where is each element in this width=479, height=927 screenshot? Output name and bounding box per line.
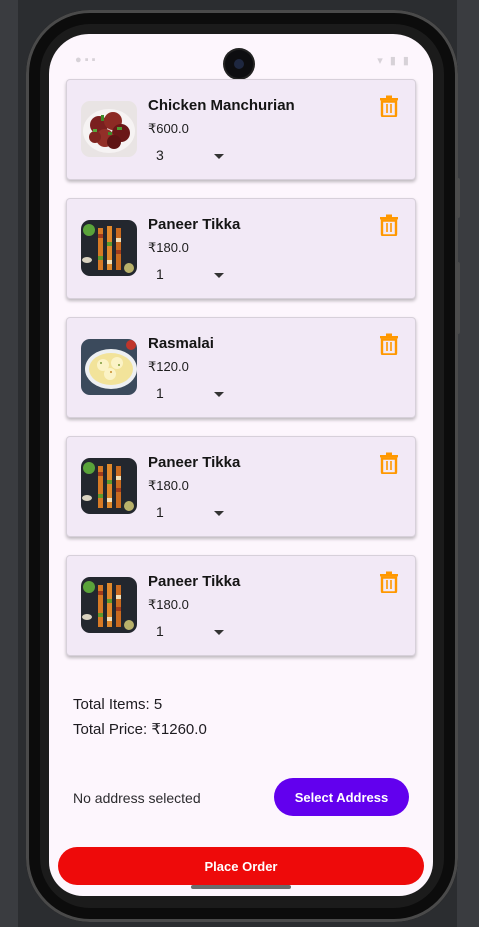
window-right-edge	[457, 0, 479, 927]
item-name: Paneer Tikka	[148, 454, 241, 471]
item-name: Paneer Tikka	[148, 216, 241, 233]
chicken-manchurian-image	[81, 101, 137, 157]
cart-item-card: Paneer Tikka ₹180.0 1	[66, 198, 416, 299]
chevron-down-icon	[214, 392, 224, 397]
quantity-dropdown[interactable]: 1	[148, 382, 228, 406]
quantity-value: 1	[156, 266, 164, 282]
status-time-icon: ● ▪ ▪	[75, 54, 96, 66]
chevron-down-icon	[214, 511, 224, 516]
quantity-dropdown[interactable]: 1	[148, 263, 228, 287]
volume-button	[456, 262, 460, 334]
place-order-button[interactable]: Place Order	[58, 847, 424, 885]
item-name: Rasmalai	[148, 335, 214, 352]
quantity-value: 1	[156, 623, 164, 639]
item-name: Paneer Tikka	[148, 573, 241, 590]
total-price-text: Total Price: ₹1260.0	[73, 721, 207, 738]
chevron-down-icon	[214, 630, 224, 635]
cart-item-card: Chicken Manchurian ₹600.0 3	[66, 79, 416, 180]
delete-icon[interactable]	[379, 571, 399, 594]
chevron-down-icon	[214, 273, 224, 278]
cart-item-card: Paneer Tikka ₹180.0 1	[66, 555, 416, 656]
paneer-tikka-image	[81, 458, 137, 514]
address-status-text: No address selected	[73, 790, 201, 806]
quantity-value: 3	[156, 147, 164, 163]
cart-item-card: Rasmalai ₹120.0 1	[66, 317, 416, 418]
quantity-value: 1	[156, 385, 164, 401]
status-indicators-icon: ▾ ▮ ▮	[377, 55, 411, 67]
home-indicator[interactable]	[191, 885, 291, 889]
power-button	[456, 178, 460, 218]
delete-icon[interactable]	[379, 333, 399, 356]
item-price: ₹600.0	[148, 121, 189, 136]
front-camera	[225, 50, 253, 78]
quantity-value: 1	[156, 504, 164, 520]
app-screen: ● ▪ ▪ ▾ ▮ ▮ Chicken Manchurian ₹600.0 3 …	[49, 34, 433, 896]
chevron-down-icon	[214, 154, 224, 159]
quantity-dropdown[interactable]: 3	[148, 144, 228, 168]
rasmalai-image	[81, 339, 137, 395]
delete-icon[interactable]	[379, 95, 399, 118]
delete-icon[interactable]	[379, 214, 399, 237]
total-items-text: Total Items: 5	[73, 696, 163, 713]
window-left-edge	[0, 0, 18, 927]
item-price: ₹180.0	[148, 478, 189, 493]
item-price: ₹180.0	[148, 597, 189, 612]
select-address-button[interactable]: Select Address	[274, 778, 409, 816]
delete-icon[interactable]	[379, 452, 399, 475]
item-name: Chicken Manchurian	[148, 97, 295, 114]
paneer-tikka-image	[81, 577, 137, 633]
paneer-tikka-image	[81, 220, 137, 276]
quantity-dropdown[interactable]: 1	[148, 620, 228, 644]
item-price: ₹180.0	[148, 240, 189, 255]
cart-list: Chicken Manchurian ₹600.0 3 Paneer Tikka…	[66, 79, 416, 674]
item-price: ₹120.0	[148, 359, 189, 374]
quantity-dropdown[interactable]: 1	[148, 501, 228, 525]
cart-item-card: Paneer Tikka ₹180.0 1	[66, 436, 416, 537]
